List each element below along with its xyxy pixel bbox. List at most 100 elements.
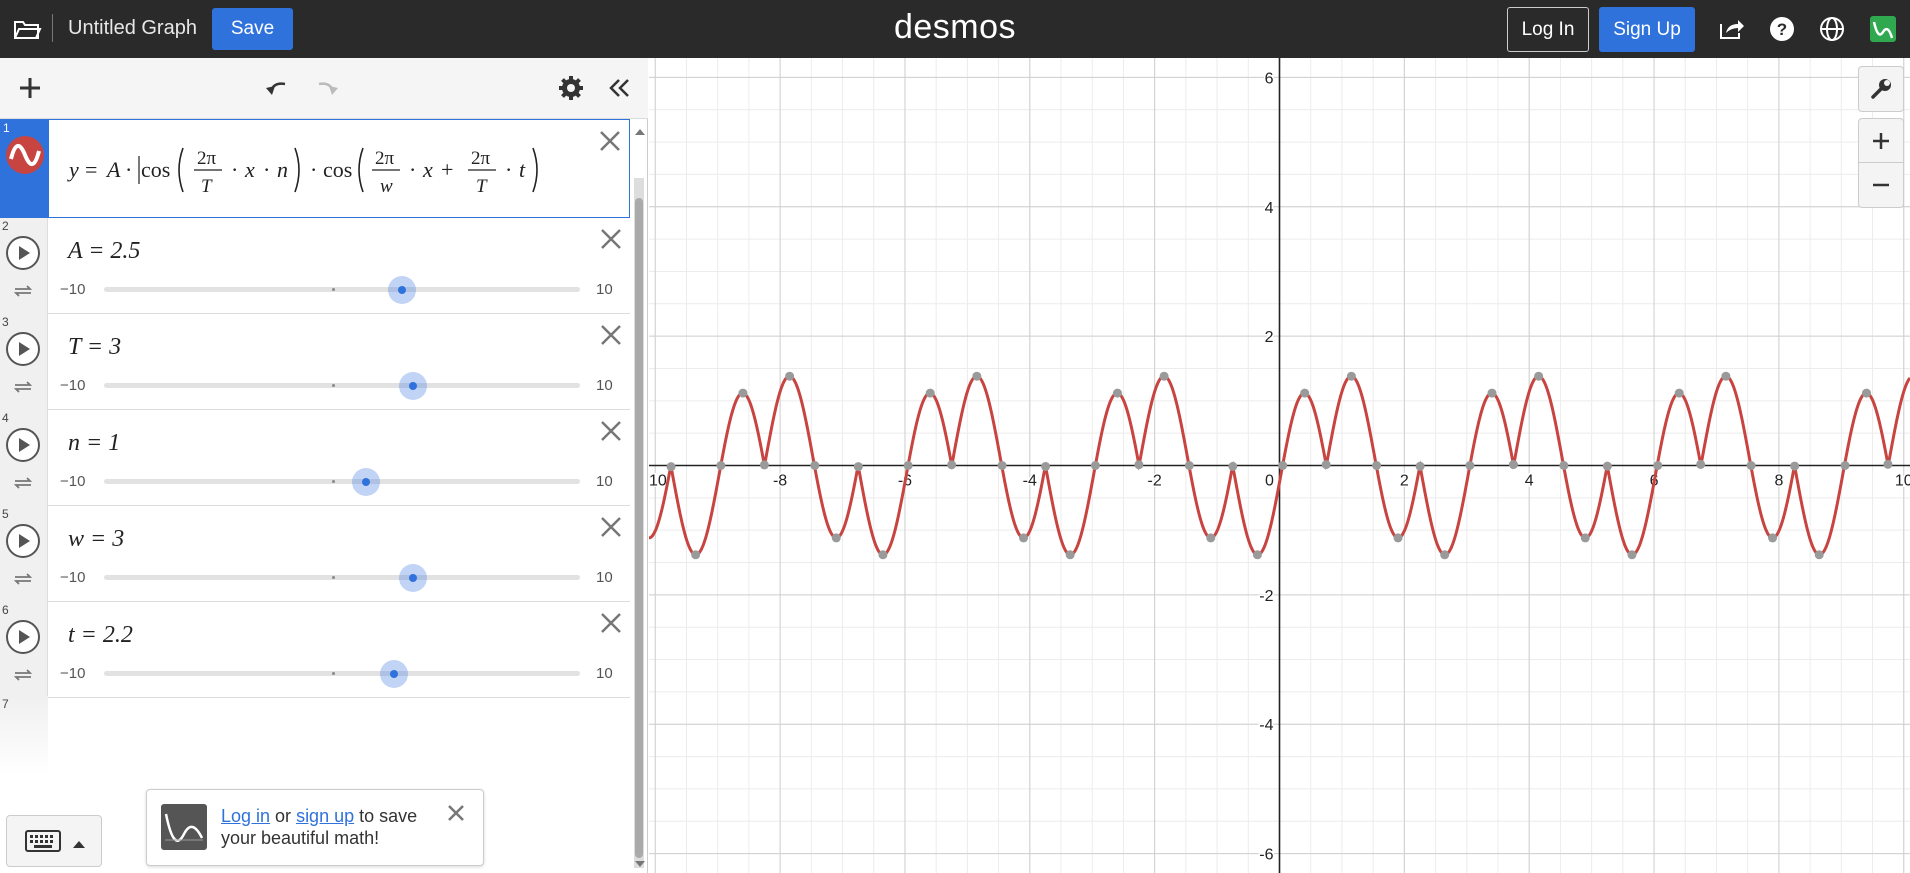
slider-expression-row[interactable]: 2 A = 2.5 −10 10 xyxy=(0,218,630,314)
point-of-interest[interactable] xyxy=(1861,388,1871,398)
slider-max-label[interactable]: 10 xyxy=(596,665,613,682)
settings-icon[interactable] xyxy=(555,72,587,104)
slider-min-label[interactable]: −10 xyxy=(60,665,85,682)
point-of-interest[interactable] xyxy=(1653,461,1663,470)
point-of-interest[interactable] xyxy=(1159,371,1169,381)
undo-icon[interactable] xyxy=(262,72,294,104)
desmos-app-icon[interactable] xyxy=(1868,14,1898,44)
point-of-interest[interactable] xyxy=(1346,371,1356,381)
point-of-interest[interactable] xyxy=(1300,388,1310,398)
play-icon[interactable] xyxy=(5,619,41,660)
scroll-up-icon[interactable] xyxy=(634,124,646,142)
graph-settings-button[interactable] xyxy=(1858,66,1904,112)
add-icon[interactable] xyxy=(14,72,46,104)
point-of-interest[interactable] xyxy=(925,388,935,398)
slider-min-label[interactable]: −10 xyxy=(60,569,85,586)
slider-max-label[interactable]: 10 xyxy=(596,473,613,490)
point-of-interest[interactable] xyxy=(1559,461,1569,470)
point-of-interest[interactable] xyxy=(1415,461,1425,471)
slider-max-label[interactable]: 10 xyxy=(596,377,613,394)
play-icon[interactable] xyxy=(5,331,41,372)
close-icon[interactable] xyxy=(597,128,623,154)
slider-control[interactable]: −10 10 xyxy=(48,564,630,592)
slider-track[interactable] xyxy=(104,287,580,292)
slider-control[interactable]: −10 10 xyxy=(48,468,630,496)
point-of-interest[interactable] xyxy=(1112,388,1122,398)
slider-control[interactable]: −10 10 xyxy=(48,276,630,304)
slider-track[interactable] xyxy=(104,479,580,484)
slider-handle[interactable] xyxy=(351,468,380,496)
curve-color-icon[interactable] xyxy=(5,135,45,180)
point-of-interest[interactable] xyxy=(1372,461,1382,470)
point-of-interest[interactable] xyxy=(1228,461,1238,471)
point-of-interest[interactable] xyxy=(903,461,913,470)
point-of-interest[interactable] xyxy=(1746,461,1756,470)
point-of-interest[interactable] xyxy=(1627,550,1637,560)
empty-expression-row[interactable]: 7 xyxy=(0,696,630,776)
point-of-interest[interactable] xyxy=(1134,460,1144,470)
loop-icon[interactable] xyxy=(12,571,34,592)
point-of-interest[interactable] xyxy=(1465,461,1475,470)
signup-link[interactable]: sign up xyxy=(296,806,354,826)
point-of-interest[interactable] xyxy=(1440,550,1450,560)
graph-canvas[interactable]: -10-8-6-4-20246810642-2-4-6 xyxy=(642,58,1910,873)
point-of-interest[interactable] xyxy=(1321,460,1331,470)
point-of-interest[interactable] xyxy=(1090,461,1100,470)
zoom-out-button[interactable] xyxy=(1858,163,1904,208)
point-of-interest[interactable] xyxy=(1840,461,1850,470)
point-of-interest[interactable] xyxy=(1534,371,1544,381)
point-of-interest[interactable] xyxy=(1580,533,1590,543)
slider-min-label[interactable]: −10 xyxy=(60,377,85,394)
language-icon[interactable] xyxy=(1817,14,1847,44)
slider-track[interactable] xyxy=(104,575,580,580)
point-of-interest[interactable] xyxy=(1696,459,1706,469)
help-icon[interactable]: ? xyxy=(1767,14,1797,44)
slider-track[interactable] xyxy=(104,383,580,388)
point-of-interest[interactable] xyxy=(997,461,1007,470)
slider-handle[interactable] xyxy=(380,660,409,688)
slider-expression-row[interactable]: 6 t = 2.2 −10 10 xyxy=(0,602,630,698)
point-of-interest[interactable] xyxy=(759,460,769,470)
point-of-interest[interactable] xyxy=(1065,550,1075,560)
slider-expression-row[interactable]: 3 T = 3 −10 10 xyxy=(0,314,630,410)
scroll-down-icon[interactable] xyxy=(634,856,646,873)
signup-button[interactable]: Sign Up xyxy=(1599,7,1695,52)
loop-icon[interactable] xyxy=(12,283,34,304)
loop-icon[interactable] xyxy=(12,379,34,400)
slider-handle[interactable] xyxy=(399,372,428,400)
collapse-icon[interactable] xyxy=(603,72,635,104)
keyboard-toggle-button[interactable] xyxy=(6,815,102,867)
slider-value-label[interactable]: T = 3 xyxy=(68,334,121,361)
point-of-interest[interactable] xyxy=(972,371,982,381)
slider-min-label[interactable]: −10 xyxy=(60,473,85,490)
point-of-interest[interactable] xyxy=(1487,388,1497,398)
slider-max-label[interactable]: 10 xyxy=(596,281,613,298)
scrollbar-thumb[interactable] xyxy=(635,198,643,858)
point-of-interest[interactable] xyxy=(1674,388,1684,398)
slider-expression-row[interactable]: 4 n = 1 −10 10 xyxy=(0,410,630,506)
slider-handle[interactable] xyxy=(387,276,416,304)
close-icon[interactable] xyxy=(598,418,624,444)
expression-row[interactable]: 1 y = A · cos 2π T · x · n · cos 2π w · … xyxy=(0,119,630,218)
loop-icon[interactable] xyxy=(12,475,34,496)
play-icon[interactable] xyxy=(5,427,41,468)
equation-formula[interactable]: y = A · cos 2π T · x · n · cos 2π w · x … xyxy=(67,142,557,198)
point-of-interest[interactable] xyxy=(666,462,676,472)
graph-plot[interactable]: -10-8-6-4-20246810642-2-4-6 xyxy=(642,58,1910,873)
point-of-interest[interactable] xyxy=(878,550,888,560)
login-button[interactable]: Log In xyxy=(1507,7,1589,52)
slider-control[interactable]: −10 10 xyxy=(48,372,630,400)
point-of-interest[interactable] xyxy=(1814,550,1824,560)
point-of-interest[interactable] xyxy=(716,461,726,470)
close-icon[interactable] xyxy=(598,610,624,636)
close-icon[interactable] xyxy=(445,802,467,829)
point-of-interest[interactable] xyxy=(785,371,795,381)
point-of-interest[interactable] xyxy=(810,461,820,470)
point-of-interest[interactable] xyxy=(1184,461,1194,470)
slider-handle[interactable] xyxy=(399,564,428,592)
zoom-in-button[interactable] xyxy=(1858,118,1904,163)
slider-expression-row[interactable]: 5 w = 3 −10 10 xyxy=(0,506,630,602)
point-of-interest[interactable] xyxy=(1768,533,1778,543)
point-of-interest[interactable] xyxy=(1019,533,1029,543)
close-icon[interactable] xyxy=(598,226,624,252)
